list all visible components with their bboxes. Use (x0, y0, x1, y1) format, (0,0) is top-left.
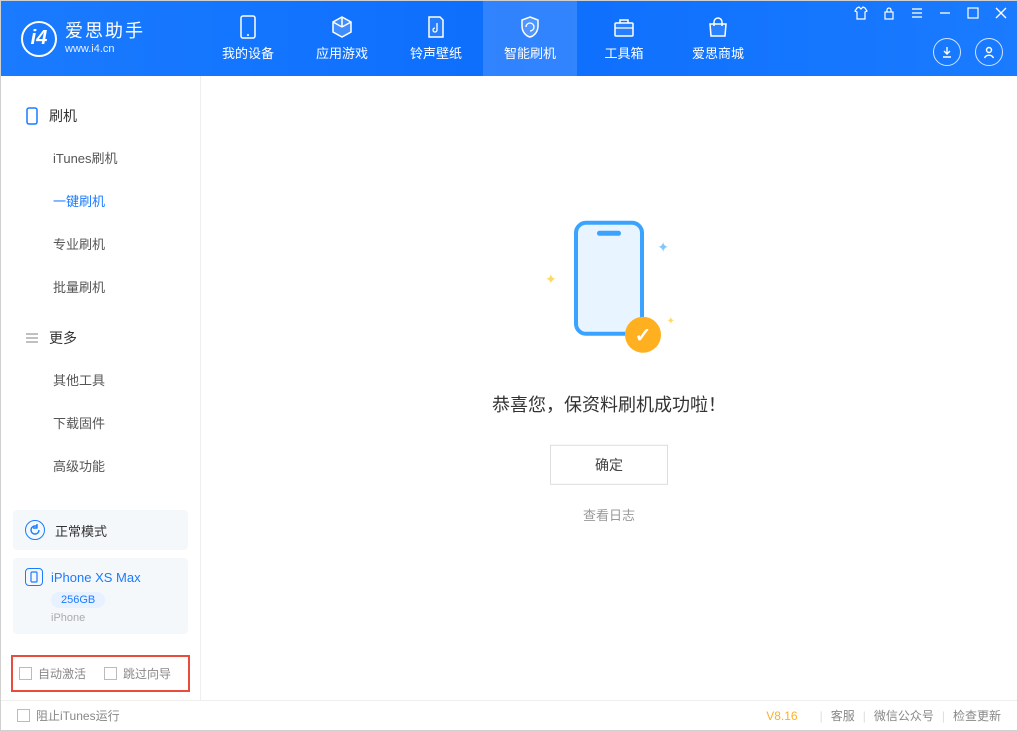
tab-label: 铃声壁纸 (410, 43, 462, 62)
store-icon (706, 15, 730, 39)
device-name-row: iPhone XS Max (25, 568, 176, 586)
tab-smart-flash[interactable]: 智能刷机 (483, 1, 577, 76)
tab-label: 智能刷机 (504, 43, 556, 62)
logo-text: 爱思助手 www.i4.cn (65, 21, 145, 56)
sidebar-group-flash: 刷机 (1, 96, 200, 136)
refresh-icon (25, 520, 45, 540)
shield-refresh-icon (518, 15, 542, 39)
tab-label: 工具箱 (604, 43, 643, 62)
checkbox-icon (17, 709, 30, 722)
group-title: 更多 (49, 328, 77, 348)
checkbox-skip-guide[interactable]: 跳过向导 (104, 665, 171, 682)
music-file-icon (424, 15, 448, 39)
user-icon[interactable] (975, 38, 1003, 66)
checkbox-label: 自动激活 (38, 665, 86, 682)
maximize-button[interactable] (965, 5, 981, 21)
sidebar-item-download-firmware[interactable]: 下载固件 (1, 401, 200, 444)
footer-right: V8.16 | 客服 | 微信公众号 | 检查更新 (766, 707, 1001, 724)
content-area: ✓ ✦ ✦ ✦ 恭喜您，保资料刷机成功啦！ 确定 查看日志 (201, 76, 1017, 700)
device-panel: 正常模式 iPhone XS Max 256GB iPhone (13, 510, 188, 634)
mode-label: 正常模式 (55, 521, 107, 540)
footer: 阻止iTunes运行 V8.16 | 客服 | 微信公众号 | 检查更新 (1, 700, 1017, 730)
tab-toolbox[interactable]: 工具箱 (577, 1, 671, 76)
list-icon (25, 331, 39, 345)
footer-link-support[interactable]: 客服 (831, 707, 855, 724)
shirt-icon[interactable] (853, 5, 869, 21)
ok-button[interactable]: 确定 (550, 445, 668, 485)
checkmark-badge-icon: ✓ (625, 317, 661, 353)
sparkle-icon: ✦ (667, 316, 675, 327)
tab-label: 爱思商城 (692, 43, 744, 62)
sidebar-group-more: 更多 (1, 318, 200, 358)
tab-my-device[interactable]: 我的设备 (201, 1, 295, 76)
sparkle-icon: ✦ (545, 271, 557, 288)
checkbox-icon (104, 667, 117, 680)
download-icon[interactable] (933, 38, 961, 66)
device-name: iPhone XS Max (51, 570, 141, 585)
phone-icon (236, 15, 260, 39)
menu-icon[interactable] (909, 5, 925, 21)
sidebar-item-other-tools[interactable]: 其他工具 (1, 358, 200, 401)
storage-badge: 256GB (51, 592, 105, 608)
sidebar-item-advanced[interactable]: 高级功能 (1, 444, 200, 487)
logo-icon: i4 (21, 21, 57, 57)
sidebar-item-batch-flash[interactable]: 批量刷机 (1, 265, 200, 308)
minimize-button[interactable] (937, 5, 953, 21)
logo-area: i4 爱思助手 www.i4.cn (1, 21, 201, 57)
highlighted-checkbox-row: 自动激活 跳过向导 (11, 655, 190, 692)
toolbox-icon (612, 15, 636, 39)
phone-illustration: ✓ ✦ ✦ ✦ (549, 221, 669, 361)
version-label: V8.16 (766, 709, 797, 723)
app-url: www.i4.cn (65, 43, 145, 56)
device-type: iPhone (51, 612, 176, 624)
success-panel: ✓ ✦ ✦ ✦ 恭喜您，保资料刷机成功啦！ 确定 查看日志 (492, 221, 726, 525)
sidebar-item-itunes-flash[interactable]: iTunes刷机 (1, 136, 200, 179)
footer-link-update[interactable]: 检查更新 (953, 707, 1001, 724)
tab-label: 我的设备 (222, 43, 274, 62)
app-title: 爱思助手 (65, 21, 145, 43)
checkbox-label: 阻止iTunes运行 (36, 707, 120, 724)
mode-box[interactable]: 正常模式 (13, 510, 188, 550)
phone-small-icon (25, 107, 39, 125)
device-phone-icon (25, 568, 43, 586)
main-body: 刷机 iTunes刷机 一键刷机 专业刷机 批量刷机 更多 其他工具 下载固件 … (1, 76, 1017, 700)
sidebar: 刷机 iTunes刷机 一键刷机 专业刷机 批量刷机 更多 其他工具 下载固件 … (1, 76, 201, 700)
tab-store[interactable]: 爱思商城 (671, 1, 765, 76)
group-title: 刷机 (49, 106, 77, 126)
nav-tabs: 我的设备 应用游戏 铃声壁纸 智能刷机 工具箱 爱思商城 (201, 1, 765, 76)
cube-icon (330, 15, 354, 39)
view-log-link[interactable]: 查看日志 (583, 508, 635, 523)
checkbox-icon (19, 667, 32, 680)
close-button[interactable] (993, 5, 1009, 21)
tab-ringtone-wallpaper[interactable]: 铃声壁纸 (389, 1, 483, 76)
footer-link-wechat[interactable]: 微信公众号 (874, 707, 934, 724)
checkbox-block-itunes[interactable]: 阻止iTunes运行 (17, 707, 120, 724)
success-message: 恭喜您，保资料刷机成功啦！ (492, 391, 726, 417)
checkbox-auto-activate[interactable]: 自动激活 (19, 665, 86, 682)
checkbox-label: 跳过向导 (123, 665, 171, 682)
phone-notch (597, 231, 621, 236)
lock-icon[interactable] (881, 5, 897, 21)
tab-apps-games[interactable]: 应用游戏 (295, 1, 389, 76)
app-header: i4 爱思助手 www.i4.cn 我的设备 应用游戏 铃声壁纸 智能刷机 工具… (1, 1, 1017, 76)
sidebar-item-oneclick-flash[interactable]: 一键刷机 (1, 179, 200, 222)
window-controls (853, 5, 1009, 21)
header-action-icons (933, 38, 1003, 66)
tab-label: 应用游戏 (316, 43, 368, 62)
sparkle-icon: ✦ (657, 239, 669, 256)
sidebar-item-pro-flash[interactable]: 专业刷机 (1, 222, 200, 265)
device-box[interactable]: iPhone XS Max 256GB iPhone (13, 558, 188, 634)
